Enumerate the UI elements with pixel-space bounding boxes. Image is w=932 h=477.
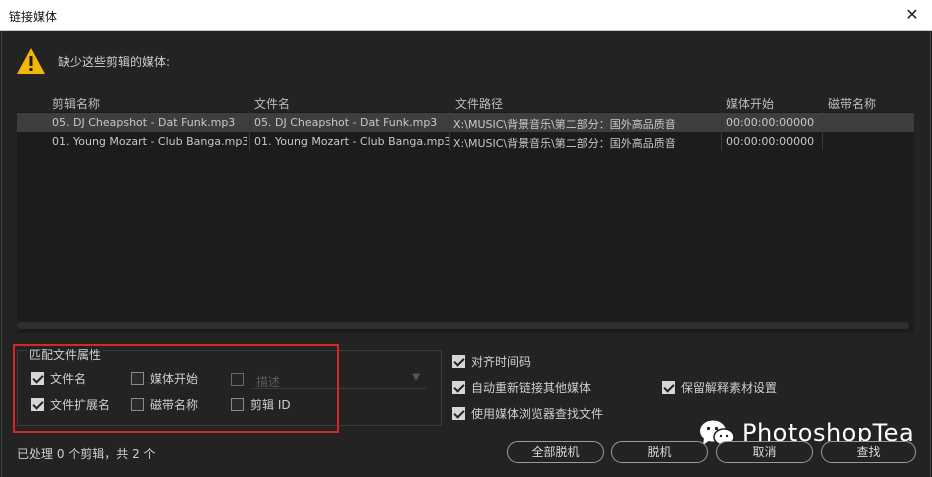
align-timecode-checkbox[interactable]: 对齐时间码 bbox=[452, 353, 531, 370]
chevron-down-icon: ▼ bbox=[412, 372, 420, 383]
checkbox-checked-icon[interactable] bbox=[662, 381, 675, 394]
cell-clip-name: 01. Young Mozart - Club Banga.mp3 bbox=[52, 135, 247, 148]
column-divider bbox=[721, 112, 722, 150]
missing-media-message: 缺少这些剪辑的媒体: bbox=[58, 55, 171, 69]
close-icon[interactable]: ✕ bbox=[892, 0, 932, 31]
col-header-media-start[interactable]: 媒体开始 bbox=[726, 95, 774, 112]
cell-media-start: 00:00:00:00000 bbox=[726, 135, 815, 148]
missing-clips-table[interactable]: 剪辑名称 文件名 文件路径 媒体开始 磁带名称 05. DJ Cheapshot… bbox=[17, 93, 914, 333]
cell-clip-name: 05. DJ Cheapshot - Dat Funk.mp3 bbox=[52, 116, 236, 129]
checkbox-checked-icon[interactable] bbox=[452, 407, 465, 420]
col-header-file-path[interactable]: 文件路径 bbox=[455, 95, 503, 112]
checkbox-checked-icon[interactable] bbox=[452, 381, 465, 394]
use-media-browser-checkbox[interactable]: 使用媒体浏览器查找文件 bbox=[452, 405, 603, 422]
cell-file-path: X:\MUSIC\背景音乐\第二部分：国外高品质音 bbox=[453, 118, 676, 131]
auto-relink-checkbox[interactable]: 自动重新链接其他媒体 bbox=[452, 379, 591, 396]
col-header-file-name[interactable]: 文件名 bbox=[254, 95, 290, 112]
find-button[interactable]: 查找 bbox=[821, 441, 916, 463]
column-divider bbox=[449, 112, 450, 150]
table-row[interactable]: 05. DJ Cheapshot - Dat Funk.mp3 05. DJ C… bbox=[17, 113, 914, 132]
column-divider bbox=[822, 112, 823, 150]
cell-file-name: 01. Young Mozart - Club Banga.mp3 bbox=[254, 135, 449, 148]
cell-file-name: 05. DJ Cheapshot - Dat Funk.mp3 bbox=[254, 116, 438, 129]
title-bar: 链接媒体 ✕ bbox=[0, 0, 932, 31]
col-header-tape-name[interactable]: 磁带名称 bbox=[828, 95, 876, 112]
horizontal-scrollbar[interactable] bbox=[17, 322, 909, 329]
checkbox-checked-icon[interactable] bbox=[452, 355, 465, 368]
cell-media-start: 00:00:00:00000 bbox=[726, 116, 815, 129]
warning-icon bbox=[17, 48, 45, 74]
cell-file-path: X:\MUSIC\背景音乐\第二部分：国外高品质音 bbox=[453, 137, 676, 150]
window-title: 链接媒体 bbox=[9, 10, 58, 24]
table-header: 剪辑名称 文件名 文件路径 媒体开始 磁带名称 bbox=[17, 93, 914, 112]
preserve-interpret-checkbox[interactable]: 保留解释素材设置 bbox=[662, 379, 777, 396]
cancel-button[interactable]: 取消 bbox=[716, 441, 813, 463]
highlight-annotation bbox=[13, 344, 339, 433]
status-text: 已处理 0 个剪辑，共 2 个 bbox=[17, 447, 156, 461]
table-row[interactable]: 01. Young Mozart - Club Banga.mp3 01. Yo… bbox=[17, 132, 914, 151]
col-header-clip-name[interactable]: 剪辑名称 bbox=[52, 95, 100, 112]
offline-button[interactable]: 脱机 bbox=[611, 441, 708, 463]
column-divider bbox=[249, 112, 250, 150]
offline-all-button[interactable]: 全部脱机 bbox=[507, 441, 604, 463]
